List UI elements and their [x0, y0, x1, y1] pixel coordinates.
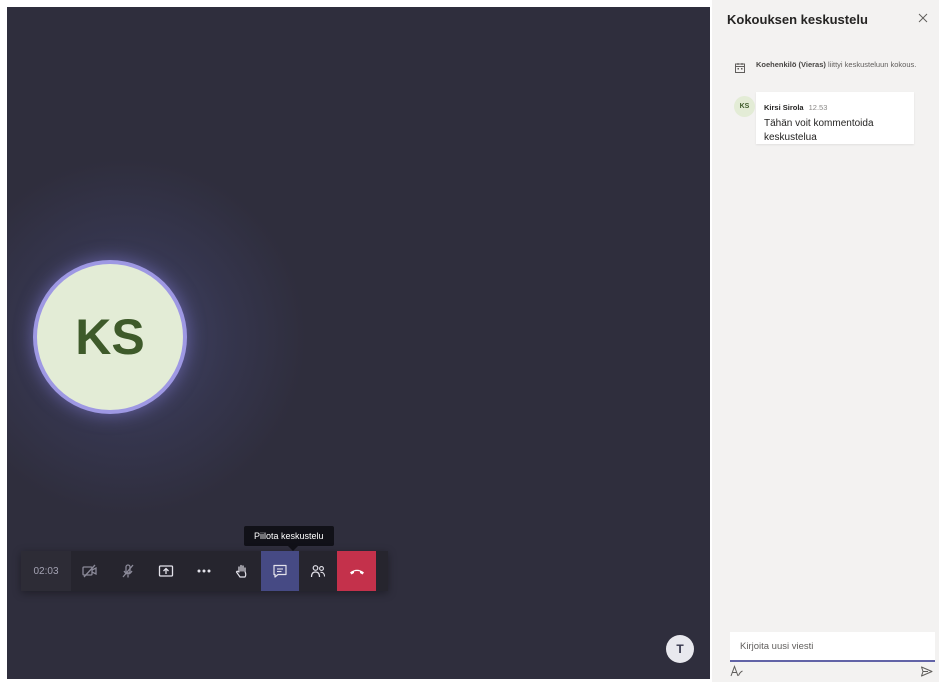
chat-panel-title: Kokouksen keskustelu — [727, 12, 868, 27]
more-icon — [197, 569, 211, 573]
system-message: Koehenkilö (Vieras) liittyi keskusteluun… — [734, 60, 934, 73]
people-icon — [310, 565, 326, 578]
system-message-name: Koehenkilö (Vieras) — [756, 60, 826, 69]
hang-up-button[interactable] — [337, 551, 376, 591]
participant-avatar-ring: KS — [33, 260, 187, 414]
mic-toggle-button[interactable] — [109, 551, 147, 591]
chat-icon — [273, 564, 287, 578]
share-screen-button[interactable] — [147, 551, 185, 591]
self-avatar[interactable]: T — [666, 635, 694, 663]
camera-toggle-button[interactable] — [71, 551, 109, 591]
message-text: Tähän voit kommentoida keskustelua — [764, 118, 874, 143]
format-icon[interactable] — [730, 665, 744, 677]
call-toolbar: 02:03 — [21, 551, 388, 591]
raise-hand-button[interactable] — [223, 551, 261, 591]
message-bubble[interactable]: Kirsi Sirola 12.53 Tähän voit kommentoida… — [756, 92, 914, 144]
message-time: 12.53 — [808, 103, 828, 112]
participants-button[interactable] — [299, 551, 337, 591]
more-options-button[interactable] — [185, 551, 223, 591]
hand-icon — [235, 564, 247, 578]
chat-tooltip: Piilota keskustelu — [244, 526, 334, 551]
call-timer: 02:03 — [21, 551, 71, 591]
call-stage: KS Piilota keskustelu 02:03 T — [7, 7, 710, 679]
close-icon[interactable] — [917, 12, 929, 24]
send-icon[interactable] — [920, 666, 933, 677]
video-off-icon — [82, 564, 97, 578]
hangup-icon — [349, 569, 364, 575]
mic-off-icon — [122, 564, 134, 578]
system-message-text: liittyi keskusteluun kokous. — [827, 60, 917, 69]
calendar-icon — [735, 63, 745, 73]
compose-input[interactable] — [730, 632, 935, 662]
chat-panel: Kokouksen keskustelu Koehenkilö (Vieras)… — [712, 0, 939, 682]
participant-avatar: KS — [37, 264, 183, 410]
message-author: Kirsi Sirola — [764, 103, 804, 112]
share-screen-icon — [158, 565, 174, 577]
chat-toggle-button[interactable] — [261, 551, 299, 591]
message-avatar: KS — [734, 96, 755, 117]
